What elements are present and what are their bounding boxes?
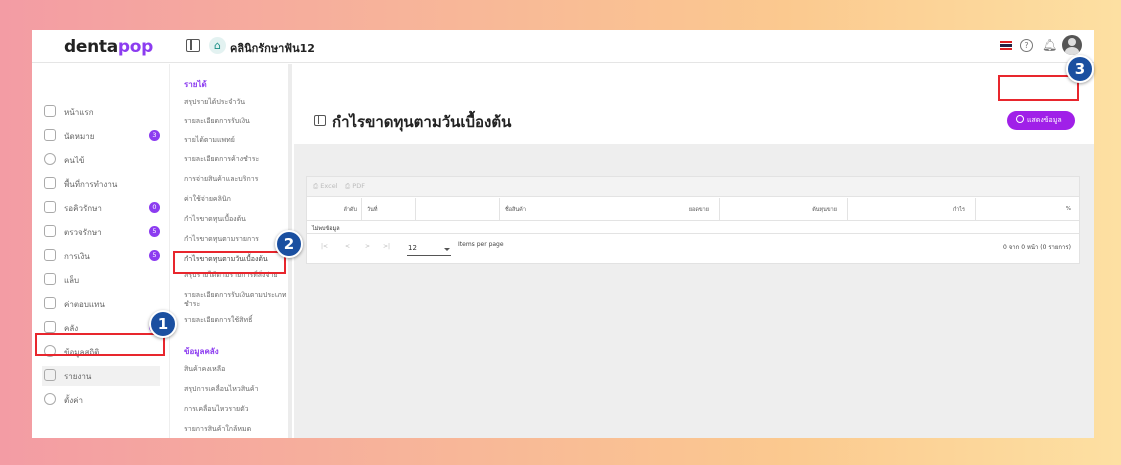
submenu-section-inventory: ข้อมูลคลัง (184, 347, 219, 356)
top-bar: dentapop ⌂ คลินิกรักษาฟัน12 ? 🔔︎ (32, 30, 1094, 63)
report-page-icon (314, 115, 326, 126)
submenu-item[interactable]: กำไรขาดทุนตามรายการ (184, 235, 288, 244)
chair-icon (44, 201, 56, 213)
submenu-item[interactable]: รายได้ตามแพทย์ (184, 136, 288, 145)
column-divider (719, 198, 720, 221)
last-page-icon[interactable]: >| (383, 243, 390, 250)
sidebar-item-compensation[interactable]: ค่าตอบแทน (42, 294, 160, 314)
export-pdf-button[interactable]: ⎙ PDF (345, 182, 365, 191)
clinic-name[interactable]: คลินิกรักษาฟัน12 (230, 39, 315, 57)
submenu-item[interactable]: สินค้าคงเหลือ (184, 365, 288, 374)
export-toolbar: ⎙ Excel ⎙ PDF (307, 177, 1079, 197)
page-title: กำไรขาดทุนตามวันเบื้องต้น (332, 113, 512, 131)
app-window: dentapop ⌂ คลินิกรักษาฟัน12 ? 🔔︎ หน้าแรก… (32, 30, 1094, 438)
count-badge: 3 (149, 130, 160, 141)
count-badge: 5 (149, 250, 160, 261)
workspace-icon (44, 177, 56, 189)
app-logo[interactable]: dentapop (64, 37, 153, 57)
column-divider (499, 198, 500, 221)
panel-toggle-icon[interactable] (186, 39, 200, 52)
thai-flag-icon[interactable] (1000, 41, 1012, 50)
finance-icon (44, 249, 56, 261)
items-per-page-label: Items per page (458, 241, 504, 248)
submenu-item[interactable]: รายละเอียดการใช้สิทธิ์ (184, 316, 288, 325)
sidebar-item-treatment[interactable]: ตรวจรักษา 5 (42, 222, 160, 242)
calendar-icon (44, 129, 56, 141)
tooth-icon (44, 273, 56, 285)
submenu-section-income: รายได้ (184, 80, 207, 89)
sidebar-item-home[interactable]: หน้าแรก (42, 102, 160, 122)
callout-box-daily-profit (173, 251, 286, 274)
paginator: |< < > >| 12 Items per page 0 จาก 0 หน้า… (307, 233, 1079, 263)
submenu-item[interactable]: รายละเอียดการรับเงิน (184, 117, 288, 126)
page-size-select[interactable]: 12 (407, 242, 451, 256)
column-divider (415, 198, 416, 221)
submenu-item[interactable]: การจ่ายสินค้าและบริการ (184, 175, 288, 184)
first-page-icon[interactable]: |< (321, 243, 328, 250)
sidebar-item-appointments[interactable]: นัดหมาย 3 (42, 126, 160, 146)
sidebar-item-workspace[interactable]: พื้นที่การทำงาน (42, 174, 160, 194)
callout-box-show-data (998, 75, 1079, 101)
sidebar-item-queue[interactable]: รอคิวรักษา 0 (42, 198, 160, 218)
column-header[interactable]: ชื่อสินค้า (505, 206, 526, 214)
treatment-icon (44, 225, 56, 237)
count-badge: 0 (149, 202, 160, 213)
column-header[interactable]: กำไร (867, 206, 965, 214)
export-excel-button[interactable]: ⎙ Excel (313, 182, 338, 191)
help-icon[interactable]: ? (1020, 39, 1033, 52)
callout-badge-2: 2 (275, 230, 303, 258)
sidebar-item-reports[interactable]: รายงาน (42, 366, 160, 386)
settings-icon (44, 393, 56, 405)
user-avatar[interactable] (1062, 35, 1082, 55)
report-table-card: ⎙ Excel ⎙ PDF ลำดับ วันที่ ชื่อสินค้า ยอ… (306, 176, 1080, 264)
page-range-text: 0 จาก 0 หน้า (0 รายการ) (1003, 244, 1071, 251)
column-divider (361, 198, 362, 221)
count-badge: 5 (149, 226, 160, 237)
submenu-item[interactable]: การเคลื่อนไหวรายตัว (184, 405, 288, 414)
prev-page-icon[interactable]: < (345, 243, 350, 250)
submenu-item[interactable]: รายละเอียดการรับเงินตามประเภทชำระ (184, 291, 288, 309)
report-icon (44, 369, 56, 381)
submenu-item[interactable]: สรุปรายได้ประจำวัน (184, 98, 288, 107)
home-icon (44, 105, 56, 117)
percent-icon (44, 297, 56, 309)
table-header: ลำดับ วันที่ ชื่อสินค้า ยอดขาย ต้นทุนขาย… (307, 198, 1079, 221)
main-content: กำไรขาดทุนตามวันเบื้องต้น แสดงข้อมูล ⎙ E… (294, 64, 1094, 438)
column-header[interactable]: ยอดขาย (607, 206, 709, 214)
column-header[interactable]: ต้นทุนขาย (737, 206, 837, 214)
clinic-home-icon: ⌂ (209, 37, 226, 54)
submenu-item[interactable]: ค่าใช้จ่ายคลินิก (184, 195, 288, 204)
column-divider (847, 198, 848, 221)
content-header: กำไรขาดทุนตามวันเบื้องต้น แสดงข้อมูล (294, 64, 1094, 144)
submenu-item[interactable]: กำไรขาดทุนเบื้องต้น (184, 215, 288, 224)
column-header[interactable]: วันที่ (367, 206, 377, 214)
inventory-icon (44, 321, 56, 333)
sidebar-item-lab[interactable]: แล็บ (42, 270, 160, 290)
sidebar-item-settings[interactable]: ตั้งค่า (42, 390, 160, 410)
bell-icon[interactable]: 🔔︎ (1042, 38, 1057, 52)
callout-badge-3: 3 (1066, 55, 1094, 83)
column-header[interactable]: % (997, 206, 1071, 212)
submenu-item[interactable]: รายละเอียดการค้างชำระ (184, 155, 288, 164)
callout-box-reports (35, 333, 165, 356)
callout-badge-1: 1 (149, 310, 177, 338)
chevron-down-icon (444, 248, 450, 251)
user-icon (44, 153, 56, 165)
main-sidebar: หน้าแรก นัดหมาย 3 คนไข้ พื้นที่การทำงาน ร… (32, 64, 170, 438)
sidebar-item-finance[interactable]: การเงิน 5 (42, 246, 160, 266)
sidebar-item-patients[interactable]: คนไข้ (42, 150, 160, 170)
column-header[interactable]: ลำดับ (307, 206, 357, 214)
no-data-text: ไม่พบข้อมูล (312, 226, 340, 232)
submenu-item[interactable]: สรุปการเคลื่อนไหวสินค้า (184, 385, 288, 394)
column-divider (975, 198, 976, 221)
search-icon (1016, 115, 1024, 123)
show-data-button[interactable]: แสดงข้อมูล (1007, 111, 1075, 130)
submenu-item[interactable]: รายการสินค้าใกล้หมด (184, 425, 288, 434)
next-page-icon[interactable]: > (365, 243, 370, 250)
